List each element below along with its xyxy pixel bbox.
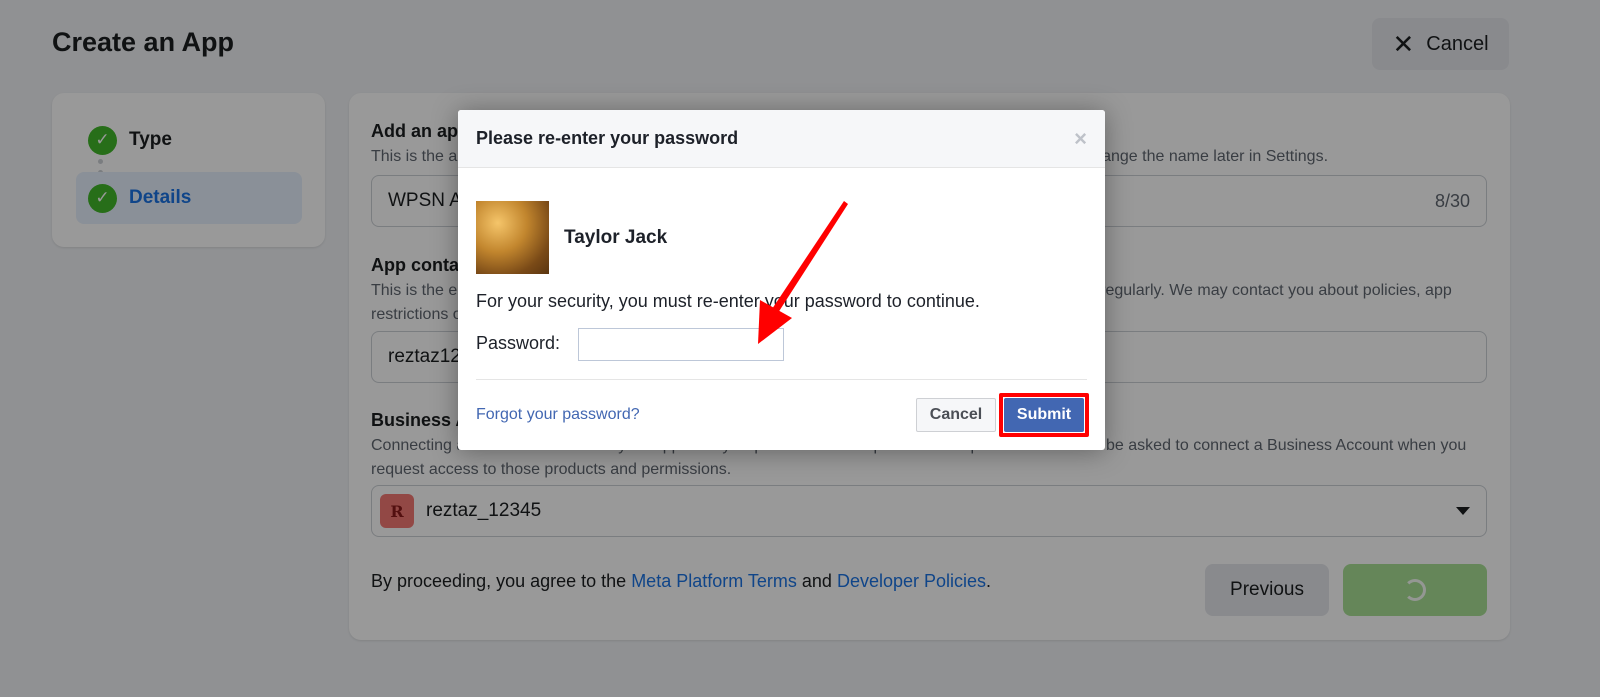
submit-button[interactable]: Submit xyxy=(1004,398,1084,432)
dialog-title: Please re-enter your password xyxy=(476,128,739,148)
security-message: For your security, you must re-enter you… xyxy=(476,291,980,311)
password-label: Password: xyxy=(476,333,561,353)
dialog-divider xyxy=(476,379,1087,380)
reenter-password-dialog: Please re-enter your password × Taylor J… xyxy=(458,110,1105,450)
profile-picture xyxy=(476,201,549,274)
forgot-password-link[interactable]: Forgot your password? xyxy=(476,406,640,424)
close-icon[interactable]: × xyxy=(1074,126,1087,152)
dialog-header: Please re-enter your password × xyxy=(458,110,1105,168)
password-input[interactable] xyxy=(578,328,784,361)
profile-name: Taylor Jack xyxy=(564,227,668,248)
dialog-cancel-button[interactable]: Cancel xyxy=(916,398,996,432)
